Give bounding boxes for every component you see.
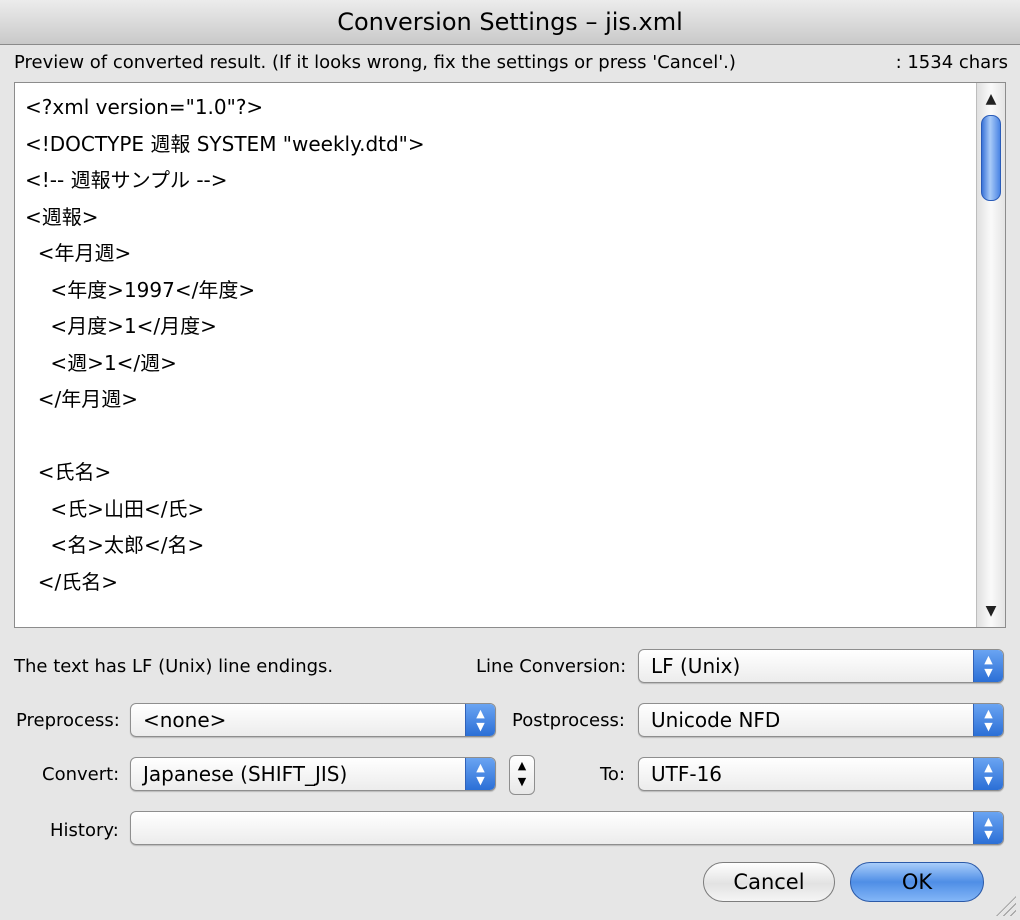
line-endings-info: The text has LF (Unix) line endings. [14, 656, 334, 677]
scroll-thumb[interactable] [981, 115, 1001, 201]
popup-arrows-icon: ▲ ▼ [973, 812, 1003, 844]
up-arrow-icon[interactable]: ▲ [977, 85, 1005, 113]
popup-arrows-icon: ▲ ▼ [465, 758, 495, 790]
postprocess-label: Postprocess: [512, 710, 625, 731]
convert-value: Japanese (SHIFT_JIS) [143, 762, 348, 786]
popup-arrows-icon: ▲ ▼ [973, 650, 1003, 682]
to-encoding-value: UTF-16 [651, 762, 723, 786]
preview-text: <?xml version="1.0"?> <!DOCTYPE 週報 SYSTE… [25, 95, 425, 594]
postprocess-value: Unicode NFD [651, 708, 781, 732]
popup-arrows-icon: ▲ ▼ [973, 758, 1003, 790]
swap-encoding-stepper[interactable]: ▲ ▼ [509, 755, 535, 795]
line-conversion-label: Line Conversion: [476, 656, 627, 677]
history-select[interactable]: ▲ ▼ [130, 811, 1004, 845]
line-conversion-select[interactable]: LF (Unix) ▲ ▼ [638, 649, 1004, 683]
vertical-scrollbar[interactable]: ▲ ▼ [976, 83, 1005, 627]
preview-label: Preview of converted result. (If it look… [14, 52, 736, 73]
cancel-button[interactable]: Cancel [703, 862, 835, 902]
to-encoding-select[interactable]: UTF-16 ▲ ▼ [638, 757, 1004, 791]
popup-arrows-icon: ▲ ▼ [973, 704, 1003, 736]
to-label: To: [600, 764, 626, 785]
postprocess-select[interactable]: Unicode NFD ▲ ▼ [638, 703, 1004, 737]
preprocess-value: <none> [143, 708, 227, 732]
preprocess-select[interactable]: <none> ▲ ▼ [130, 703, 496, 737]
history-label: History: [50, 820, 119, 841]
char-count: : 1534 chars [895, 52, 1008, 73]
down-arrow-icon[interactable]: ▼ [977, 597, 1005, 625]
convert-select[interactable]: Japanese (SHIFT_JIS) ▲ ▼ [130, 757, 496, 791]
convert-label: Convert: [42, 764, 120, 785]
window-title: Conversion Settings – jis.xml [0, 0, 1020, 45]
ok-button[interactable]: OK [850, 862, 984, 902]
preprocess-label: Preprocess: [16, 710, 120, 731]
preview-text-area[interactable]: <?xml version="1.0"?> <!DOCTYPE 週報 SYSTE… [14, 82, 1006, 628]
line-conversion-value: LF (Unix) [651, 654, 741, 678]
popup-arrows-icon: ▲ ▼ [465, 704, 495, 736]
